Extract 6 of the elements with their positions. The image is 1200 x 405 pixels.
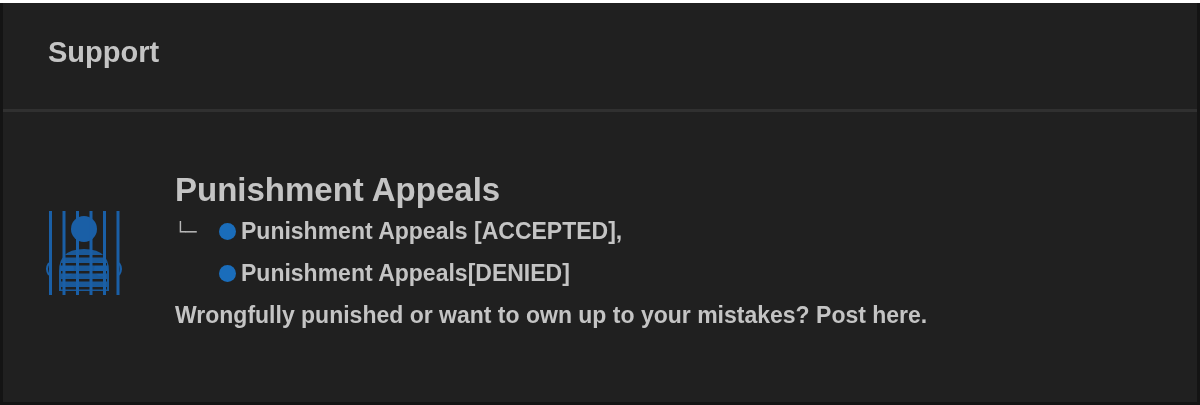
subforum-link[interactable]: Punishment Appeals [ACCEPTED], [241, 217, 623, 245]
forum-description: Wrongfully punished or want to own up to your mistakes? Post here. [175, 301, 928, 330]
tree-branch: └─ [175, 220, 198, 242]
category-title: Support [48, 35, 160, 69]
forum-title-link[interactable]: Punishment Appeals [175, 170, 928, 210]
subforum-link[interactable]: Punishment Appeals[DENIED] [241, 259, 570, 287]
